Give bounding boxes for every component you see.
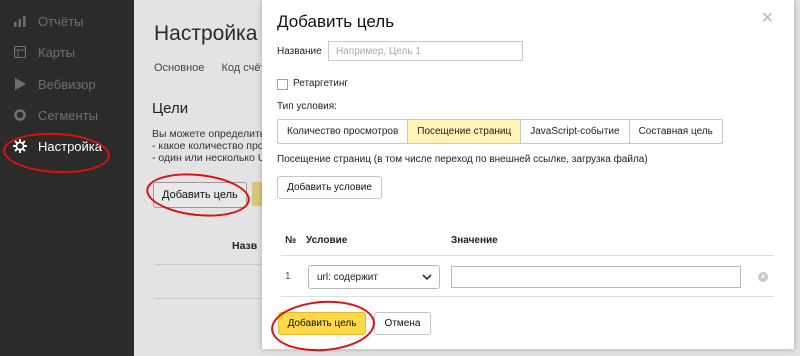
column-header-condition: Условие (306, 235, 348, 246)
goals-column-header: Назв (232, 240, 258, 252)
condition-select[interactable]: url: содержит (308, 265, 440, 289)
condition-type-javascript-event[interactable]: JavaScript-событие (521, 120, 630, 143)
pie-icon (13, 108, 27, 122)
condition-type-composite[interactable]: Составная цель (630, 120, 722, 143)
dialog-title: Добавить цель (277, 12, 395, 31)
divider (154, 264, 264, 265)
map-icon (13, 45, 27, 59)
goals-description-line: Вы можете определить (152, 128, 266, 140)
add-goal-dialog: Добавить цель ✕ Название Ретаргетинг Тип… (262, 0, 794, 349)
condition-type-label: Тип условия: (277, 101, 337, 112)
goals-heading: Цели (152, 100, 189, 117)
divider (281, 255, 774, 256)
sidebar-item-segments[interactable]: Сегменты (0, 100, 134, 130)
condition-select-value: url: содержит (317, 271, 378, 283)
goal-name-input[interactable] (328, 41, 523, 61)
row-number: 1 (285, 271, 291, 282)
cancel-button[interactable]: Отмена (374, 312, 431, 335)
submit-add-goal-button[interactable]: Добавить цель (278, 312, 366, 335)
sidebar-item-webvisor[interactable]: Вебвизор (0, 69, 134, 99)
retargeting-checkbox[interactable] (277, 79, 288, 90)
name-label: Название (277, 46, 322, 57)
sidebar-item-label: Карты (38, 44, 76, 60)
sidebar-item-label: Отчёты (38, 13, 84, 29)
divider (281, 296, 774, 297)
sidebar-item-label: Сегменты (38, 107, 99, 123)
sidebar-item-label: Вебвизор (38, 76, 96, 92)
background-yellow-block (252, 182, 262, 206)
column-header-value: Значение (451, 235, 498, 246)
add-condition-button[interactable]: Добавить условие (277, 176, 382, 199)
page-title: Настройка (154, 22, 258, 45)
play-icon (13, 77, 27, 91)
goals-description: Вы можете определить - какое количество … (152, 128, 269, 164)
goals-description-line: - какое количество прос (152, 140, 269, 152)
condition-value-input[interactable] (451, 266, 741, 288)
sidebar: Отчёты Карты Вебвизор Сегменты Настройка (0, 0, 134, 356)
condition-description: Посещение страниц (в том числе переход п… (277, 154, 648, 165)
sidebar-item-reports[interactable]: Отчёты (0, 6, 134, 36)
divider (154, 298, 264, 299)
sidebar-item-settings[interactable]: Настройка (0, 131, 134, 161)
sidebar-item-maps[interactable]: Карты (0, 37, 134, 67)
add-goal-button[interactable]: Добавить цель (153, 182, 247, 208)
retargeting-label: Ретаргетинг (293, 78, 349, 89)
sidebar-item-label: Настройка (38, 138, 102, 154)
condition-type-page-visit[interactable]: Посещение страниц (408, 120, 522, 143)
gear-icon (13, 139, 27, 153)
column-header-number: № (285, 235, 297, 246)
chevron-down-icon (422, 272, 432, 285)
bar-chart-icon (13, 14, 27, 28)
condition-type-pageviews[interactable]: Количество просмотров (278, 120, 409, 143)
condition-type-selector: Количество просмотров Посещение страниц … (277, 119, 723, 144)
remove-condition-icon[interactable]: × (758, 272, 768, 282)
tab-main[interactable]: Основное (154, 62, 204, 74)
close-icon[interactable]: ✕ (761, 11, 774, 27)
goals-description-line: - один или несколько U (152, 152, 266, 164)
